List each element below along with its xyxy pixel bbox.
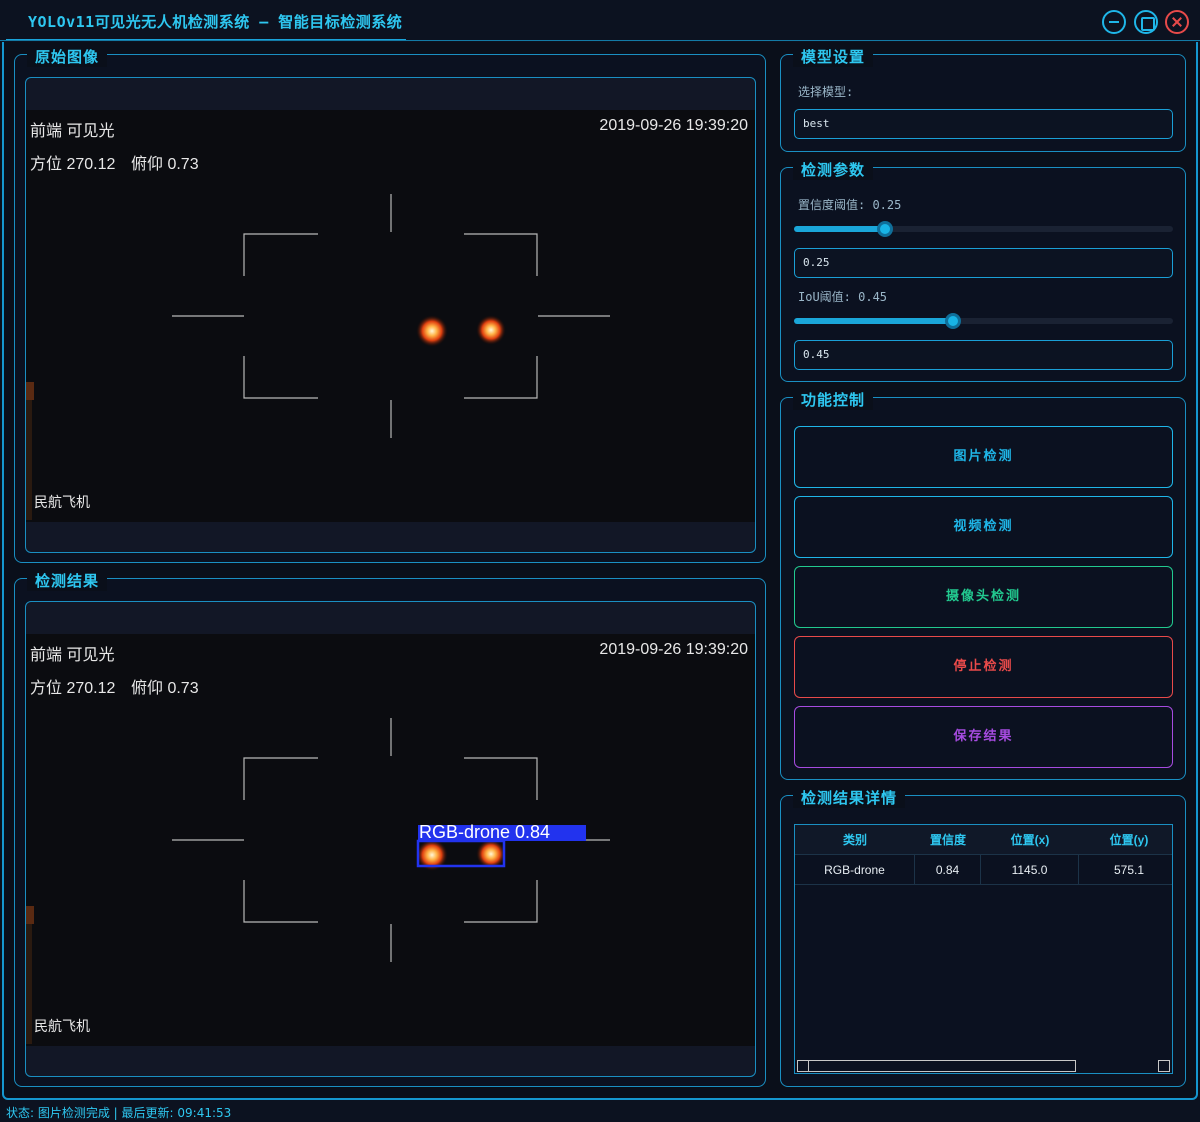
- column-header-y[interactable]: 位置(y): [1079, 825, 1172, 855]
- results-detail-panel: 检测结果详情 类别 置信度 位置(x) 位置(y) RGB-drone 0.84…: [780, 787, 1186, 1087]
- detection-params-panel: 检测参数 置信度阈值: 0.25 0.25 IoU阈值: 0.45 0.45: [780, 159, 1186, 382]
- video-detect-button[interactable]: 视频检测: [794, 496, 1173, 558]
- cell-confidence: 0.84: [915, 855, 981, 885]
- original-image-title: 原始图像: [27, 46, 108, 67]
- select-model-label: 选择模型:: [798, 85, 854, 99]
- overlay-azimuth: 方位 270.12: [30, 156, 116, 173]
- stop-detect-button[interactable]: 停止检测: [794, 636, 1173, 698]
- scroll-right-icon[interactable]: [1158, 1060, 1170, 1072]
- original-image-panel: 原始图像 前端 可见光 2019-09-26 19:39:20 方位 270.1…: [14, 46, 766, 563]
- iou-label: IoU阈值: 0.45: [798, 290, 888, 304]
- confidence-slider[interactable]: [794, 221, 1173, 237]
- confidence-slider-fill: [794, 226, 885, 232]
- model-settings-title: 模型设置: [793, 46, 874, 67]
- overlay-timestamp: 2019-09-26 19:39:20: [599, 117, 748, 134]
- detection-result-panel: 检测结果 RGB-drone 0.84 前端 可见光 2019-09-26 19…: [14, 570, 766, 1087]
- overlay-timestamp: 2019-09-26 19:39:20: [599, 641, 748, 658]
- horizontal-scrollbar[interactable]: [795, 1059, 1172, 1073]
- column-header-confidence[interactable]: 置信度: [915, 825, 981, 855]
- title-bar: YOLOv11可见光无人机检测系统 – 智能目标检测系统: [0, 0, 1200, 42]
- result-image: RGB-drone 0.84 前端 可见光 2019-09-26 19:39:2…: [26, 634, 755, 1046]
- original-image-frame: 前端 可见光 2019-09-26 19:39:20 方位 270.12 俯仰 …: [25, 77, 756, 553]
- title-divider: [0, 40, 1200, 41]
- result-image-frame: RGB-drone 0.84 前端 可见光 2019-09-26 19:39:2…: [25, 601, 756, 1077]
- overlay-pitch: 俯仰 0.73: [131, 156, 199, 173]
- column-header-x[interactable]: 位置(x): [981, 825, 1079, 855]
- detection-params-title: 检测参数: [793, 159, 874, 180]
- results-detail-title: 检测结果详情: [793, 787, 906, 808]
- original-image: 前端 可见光 2019-09-26 19:39:20 方位 270.12 俯仰 …: [26, 110, 755, 522]
- table-row[interactable]: RGB-drone 0.84 1145.0 575.1: [795, 855, 1172, 885]
- iou-slider-fill: [794, 318, 953, 324]
- confidence-slider-handle[interactable]: [877, 221, 893, 237]
- scrollbar-thumb[interactable]: [797, 1060, 1076, 1072]
- app-window: YOLOv11可见光无人机检测系统 – 智能目标检测系统 原始图像 前端 可见光…: [0, 0, 1200, 1122]
- results-table: 类别 置信度 位置(x) 位置(y) RGB-drone 0.84 1145.0…: [794, 824, 1173, 1074]
- overlay-target-type: 民航飞机: [34, 1018, 90, 1034]
- camera-detect-button[interactable]: 摄像头检测: [794, 566, 1173, 628]
- minimize-icon[interactable]: [1102, 10, 1126, 34]
- detection-label: RGB-drone 0.84: [419, 822, 551, 842]
- function-control-title: 功能控制: [793, 389, 874, 410]
- confidence-input[interactable]: 0.25: [794, 248, 1173, 278]
- iou-input[interactable]: 0.45: [794, 340, 1173, 370]
- window-title: YOLOv11可见光无人机检测系统 – 智能目标检测系统: [28, 13, 403, 31]
- close-icon[interactable]: [1165, 10, 1189, 34]
- model-settings-panel: 模型设置 选择模型: best: [780, 46, 1186, 152]
- cell-class: RGB-drone: [795, 855, 915, 885]
- image-detect-button[interactable]: 图片检测: [794, 426, 1173, 488]
- overlay-source: 前端 可见光: [30, 647, 115, 664]
- overlay-azimuth: 方位 270.12: [30, 680, 116, 697]
- function-control-panel: 功能控制 图片检测 视频检测 摄像头检测 停止检测 保存结果: [780, 389, 1186, 780]
- model-select[interactable]: best: [794, 109, 1173, 139]
- cell-x: 1145.0: [981, 855, 1079, 885]
- overlay-pitch: 俯仰 0.73: [131, 680, 199, 697]
- status-text: 状态: 图片检测完成 | 最后更新: 09:41:53: [6, 1106, 232, 1120]
- detection-result-title: 检测结果: [27, 570, 108, 591]
- table-header: 类别 置信度 位置(x) 位置(y): [795, 825, 1172, 855]
- confidence-label: 置信度阈值: 0.25: [798, 198, 902, 212]
- overlay-target-type: 民航飞机: [34, 494, 90, 510]
- column-header-class[interactable]: 类别: [795, 825, 915, 855]
- maximize-icon[interactable]: [1134, 10, 1158, 34]
- overlay-source: 前端 可见光: [30, 123, 115, 140]
- iou-slider-handle[interactable]: [945, 313, 961, 329]
- cell-y: 575.1: [1113, 863, 1145, 877]
- scroll-left-icon[interactable]: [797, 1060, 809, 1072]
- status-bar: 状态: 图片检测完成 | 最后更新: 09:41:53: [0, 1100, 1200, 1122]
- iou-slider[interactable]: [794, 313, 1173, 329]
- save-results-button[interactable]: 保存结果: [794, 706, 1173, 768]
